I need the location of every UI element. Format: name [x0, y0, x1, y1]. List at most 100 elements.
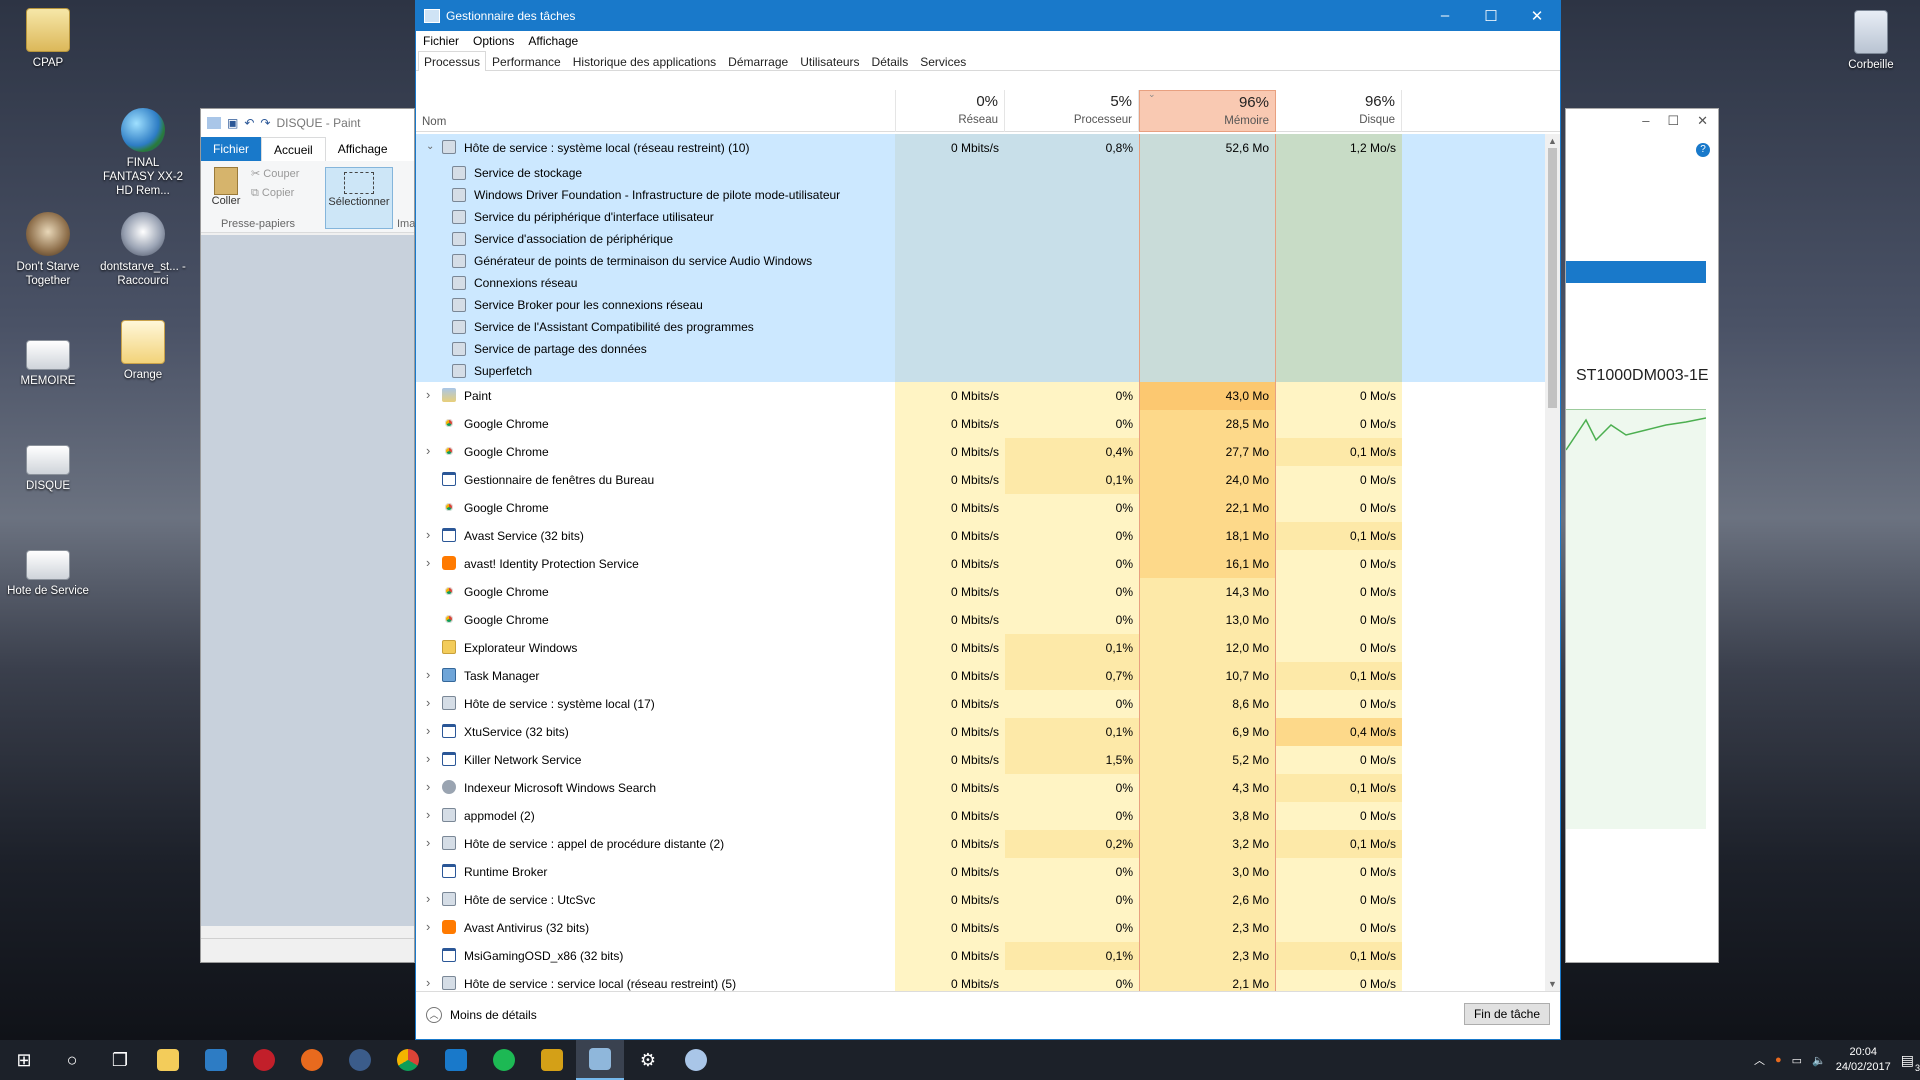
scroll-up-icon[interactable]: ▲ [1545, 136, 1560, 146]
process-row[interactable]: Google Chrome 0 Mbits/s 0% 22,1 Mo 0 Mo/s [416, 494, 1547, 522]
process-row[interactable]: › Killer Network Service 0 Mbits/s 1,5% 5,2 … [416, 746, 1547, 774]
process-list-scrollbar[interactable]: ▲ ▼ [1545, 134, 1560, 991]
desktop-shortcut[interactable]: MEMOIRE [5, 330, 91, 388]
process-row[interactable]: › Google Chrome 0 Mbits/s 0,4% 27,7 Mo 0,1 Mo… [416, 438, 1547, 466]
service-row[interactable]: Service de l'Assistant Compatibilité des… [416, 316, 1547, 338]
minimize-button[interactable]: – [1422, 7, 1468, 25]
process-row[interactable]: › Task Manager 0 Mbits/s 0,7% 10,7 Mo 0,1 Mo/… [416, 662, 1547, 690]
show-hidden-icons-icon[interactable]: ︿ [1754, 1052, 1765, 1068]
redo-icon[interactable]: ↷ [260, 116, 270, 130]
expand-chevron-icon[interactable]: › [426, 891, 434, 906]
search-button[interactable]: ○ [48, 1040, 96, 1080]
expand-chevron-icon[interactable]: › [426, 807, 434, 822]
expand-chevron-icon[interactable]: › [426, 555, 434, 570]
less-details-button[interactable]: ︿ Moins de détails [426, 1007, 537, 1023]
expand-chevron-icon[interactable]: ⌄ [426, 141, 434, 152]
column-memory[interactable]: ⌄ 96% Mémoire [1139, 89, 1276, 132]
taskbar-settings[interactable]: ⚙ [624, 1040, 672, 1080]
undo-icon[interactable]: ↶ [244, 116, 254, 130]
taskbar-paint[interactable] [672, 1040, 720, 1080]
save-icon[interactable]: ▣ [227, 116, 238, 130]
column-name[interactable]: Nom [422, 116, 446, 128]
tab-utilisateurs[interactable]: Utilisateurs [794, 51, 865, 70]
service-row[interactable]: Windows Driver Foundation - Infrastructu… [416, 184, 1547, 206]
notification-center-icon[interactable]: ▤ 3 [1901, 1052, 1920, 1073]
expand-chevron-icon[interactable]: › [426, 667, 434, 682]
process-row[interactable]: › Hôte de service : appel de procédure di… [416, 830, 1547, 858]
column-disk[interactable]: 96% Disque [1276, 90, 1402, 132]
tab-performance[interactable]: Performance [486, 51, 567, 70]
start-button[interactable]: ⊞ [0, 1040, 48, 1080]
expand-chevron-icon[interactable]: › [426, 751, 434, 766]
volume-icon[interactable]: 🔈 [1812, 1054, 1826, 1067]
close-button[interactable]: ✕ [1514, 7, 1560, 25]
process-row[interactable]: › appmodel (2) 0 Mbits/s 0% 3,8 Mo 0 Mo/s [416, 802, 1547, 830]
desktop-shortcut[interactable]: DISQUE [5, 435, 91, 493]
paint-tab-affichage[interactable]: Affichage [326, 137, 400, 161]
process-row[interactable]: › Indexeur Microsoft Windows Search 0 Mbit… [416, 774, 1547, 802]
desktop-shortcut[interactable]: FINAL FANTASY XX-2 HD Rem... [100, 108, 186, 198]
close-icon[interactable]: ✕ [1697, 113, 1708, 131]
process-row[interactable]: Google Chrome 0 Mbits/s 0% 13,0 Mo 0 Mo/s [416, 606, 1547, 634]
taskbar-steam[interactable] [336, 1040, 384, 1080]
process-row[interactable]: › Hôte de service : système local (17) 0 M… [416, 690, 1547, 718]
desktop-shortcut[interactable]: Hote de Service [5, 540, 91, 598]
expand-chevron-icon[interactable]: › [426, 919, 434, 934]
menu-affichage[interactable]: Affichage [521, 34, 585, 48]
desktop-shortcut[interactable]: Orange [100, 320, 186, 382]
task-view-button[interactable]: ❐ [96, 1040, 144, 1080]
taskbar-app-10[interactable] [528, 1040, 576, 1080]
service-row[interactable]: Service Broker pour les connexions résea… [416, 294, 1547, 316]
process-row[interactable]: Runtime Broker 0 Mbits/s 0% 3,0 Mo 0 Mo/s [416, 858, 1547, 886]
tab-details[interactable]: Détails [866, 51, 915, 70]
expand-chevron-icon[interactable]: › [426, 443, 434, 458]
tab-processus[interactable]: Processus [418, 51, 487, 71]
select-button[interactable]: Sélectionner [325, 167, 393, 229]
taskbar-chrome[interactable] [384, 1040, 432, 1080]
service-row[interactable]: Connexions réseau [416, 272, 1547, 294]
clock[interactable]: 20:04 24/02/2017 [1836, 1045, 1891, 1075]
column-network[interactable]: 0% Réseau [895, 90, 1005, 132]
paint-tab-accueil[interactable]: Accueil [261, 137, 326, 161]
process-group-row[interactable]: ⌄ Hôte de service : système local (réseau… [416, 134, 1547, 162]
maximize-button[interactable]: ☐ [1468, 7, 1514, 25]
process-row[interactable]: › avast! Identity Protection Service 0 Mbi… [416, 550, 1547, 578]
paint-window[interactable]: ▣ ↶ ↷ DISQUE - Paint Fichier Accueil Aff… [200, 108, 415, 963]
expand-chevron-icon[interactable]: › [426, 975, 434, 990]
taskbar-explorer[interactable] [144, 1040, 192, 1080]
maximize-icon[interactable]: ☐ [1667, 113, 1679, 131]
taskbar-app-2[interactable] [192, 1040, 240, 1080]
taskbar-app-4[interactable] [288, 1040, 336, 1080]
tab-historique[interactable]: Historique des applications [567, 51, 722, 70]
process-row[interactable]: › Avast Service (32 bits) 0 Mbits/s 0% 18,1 … [416, 522, 1547, 550]
scroll-thumb[interactable] [1548, 148, 1557, 408]
process-row[interactable]: › XtuService (32 bits) 0 Mbits/s 0,1% 6,9 Mo… [416, 718, 1547, 746]
tab-demarrage[interactable]: Démarrage [722, 51, 794, 70]
network-icon[interactable]: ▭ [1792, 1054, 1802, 1067]
avast-tray-icon[interactable]: ● [1775, 1054, 1782, 1066]
service-row[interactable]: Service de stockage [416, 162, 1547, 184]
expand-chevron-icon[interactable]: › [426, 779, 434, 794]
process-row[interactable]: › Avast Antivirus (32 bits) 0 Mbits/s 0% 2,3… [416, 914, 1547, 942]
desktop-shortcut[interactable]: dontstarve_st... - Raccourci [100, 212, 186, 288]
service-row[interactable]: Générateur de points de terminaison du s… [416, 250, 1547, 272]
end-task-button[interactable]: Fin de tâche [1464, 1003, 1550, 1025]
process-row[interactable]: › Paint 0 Mbits/s 0% 43,0 Mo 0 Mo/s [416, 382, 1547, 410]
desktop-shortcut[interactable]: Don't Starve Together [5, 212, 91, 288]
process-row[interactable]: Explorateur Windows 0 Mbits/s 0,1% 12,0 Mo 0… [416, 634, 1547, 662]
column-cpu[interactable]: 5% Processeur [1005, 90, 1139, 132]
recycle-bin-shortcut[interactable]: Corbeille [1828, 10, 1914, 72]
taskbar-task-manager[interactable] [576, 1040, 624, 1080]
scroll-down-icon[interactable]: ▼ [1545, 979, 1560, 989]
copy-button[interactable]: ⧉ Copier [251, 187, 294, 200]
process-row[interactable]: › Hôte de service : UtcSvc 0 Mbits/s 0% 2,6 … [416, 886, 1547, 914]
service-row[interactable]: Superfetch [416, 360, 1547, 382]
taskbar-app-3[interactable] [240, 1040, 288, 1080]
service-row[interactable]: Service d'association de périphérique [416, 228, 1547, 250]
paint-tab-fichier[interactable]: Fichier [201, 137, 262, 161]
menu-options[interactable]: Options [466, 34, 521, 48]
expand-chevron-icon[interactable]: › [426, 387, 434, 402]
taskbar-spotify[interactable] [480, 1040, 528, 1080]
service-row[interactable]: Service de partage des données [416, 338, 1547, 360]
taskbar-mail[interactable] [432, 1040, 480, 1080]
